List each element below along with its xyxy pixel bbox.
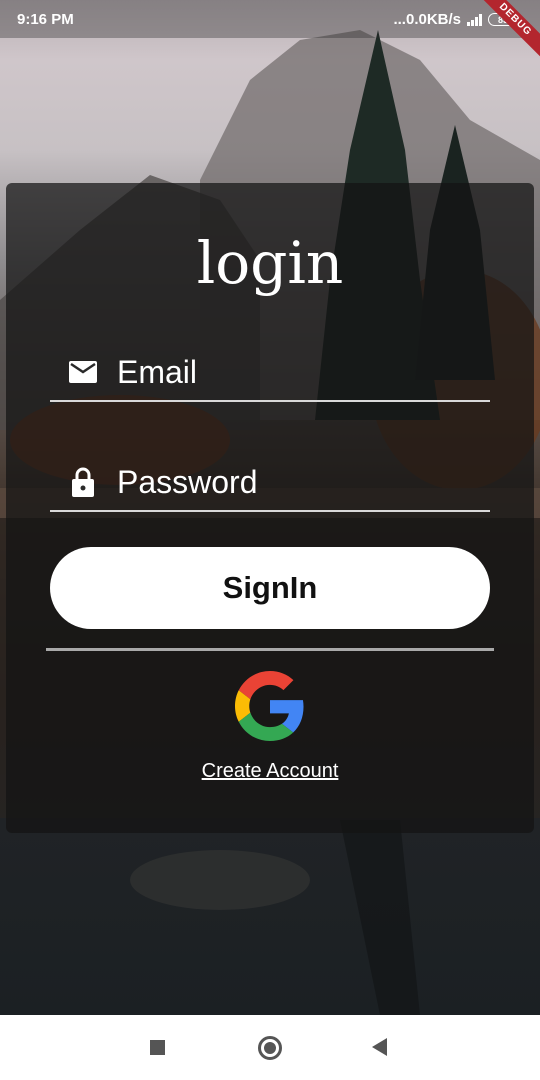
network-speed: ...0.0KB/s [393,11,461,28]
password-input[interactable] [117,463,467,501]
email-input[interactable] [117,353,467,391]
recents-square-icon[interactable] [150,1040,165,1055]
status-bar: 9:16 PM ...0.0KB/s 85 DEBUG [0,0,540,65]
create-account-link[interactable]: Create Account [0,760,540,783]
status-time: 9:16 PM [17,11,74,28]
navigation-bar [0,1015,540,1080]
google-logo-icon[interactable] [235,671,305,741]
signin-button[interactable]: SignIn [50,547,490,629]
back-triangle-icon[interactable] [372,1038,387,1056]
password-field[interactable] [50,454,490,512]
divider [46,648,494,651]
email-field[interactable] [50,344,490,402]
login-title: login [196,229,344,297]
signal-icon [467,13,482,26]
mail-icon [68,357,98,387]
home-circle-icon[interactable] [258,1036,282,1060]
lock-icon [68,467,98,497]
